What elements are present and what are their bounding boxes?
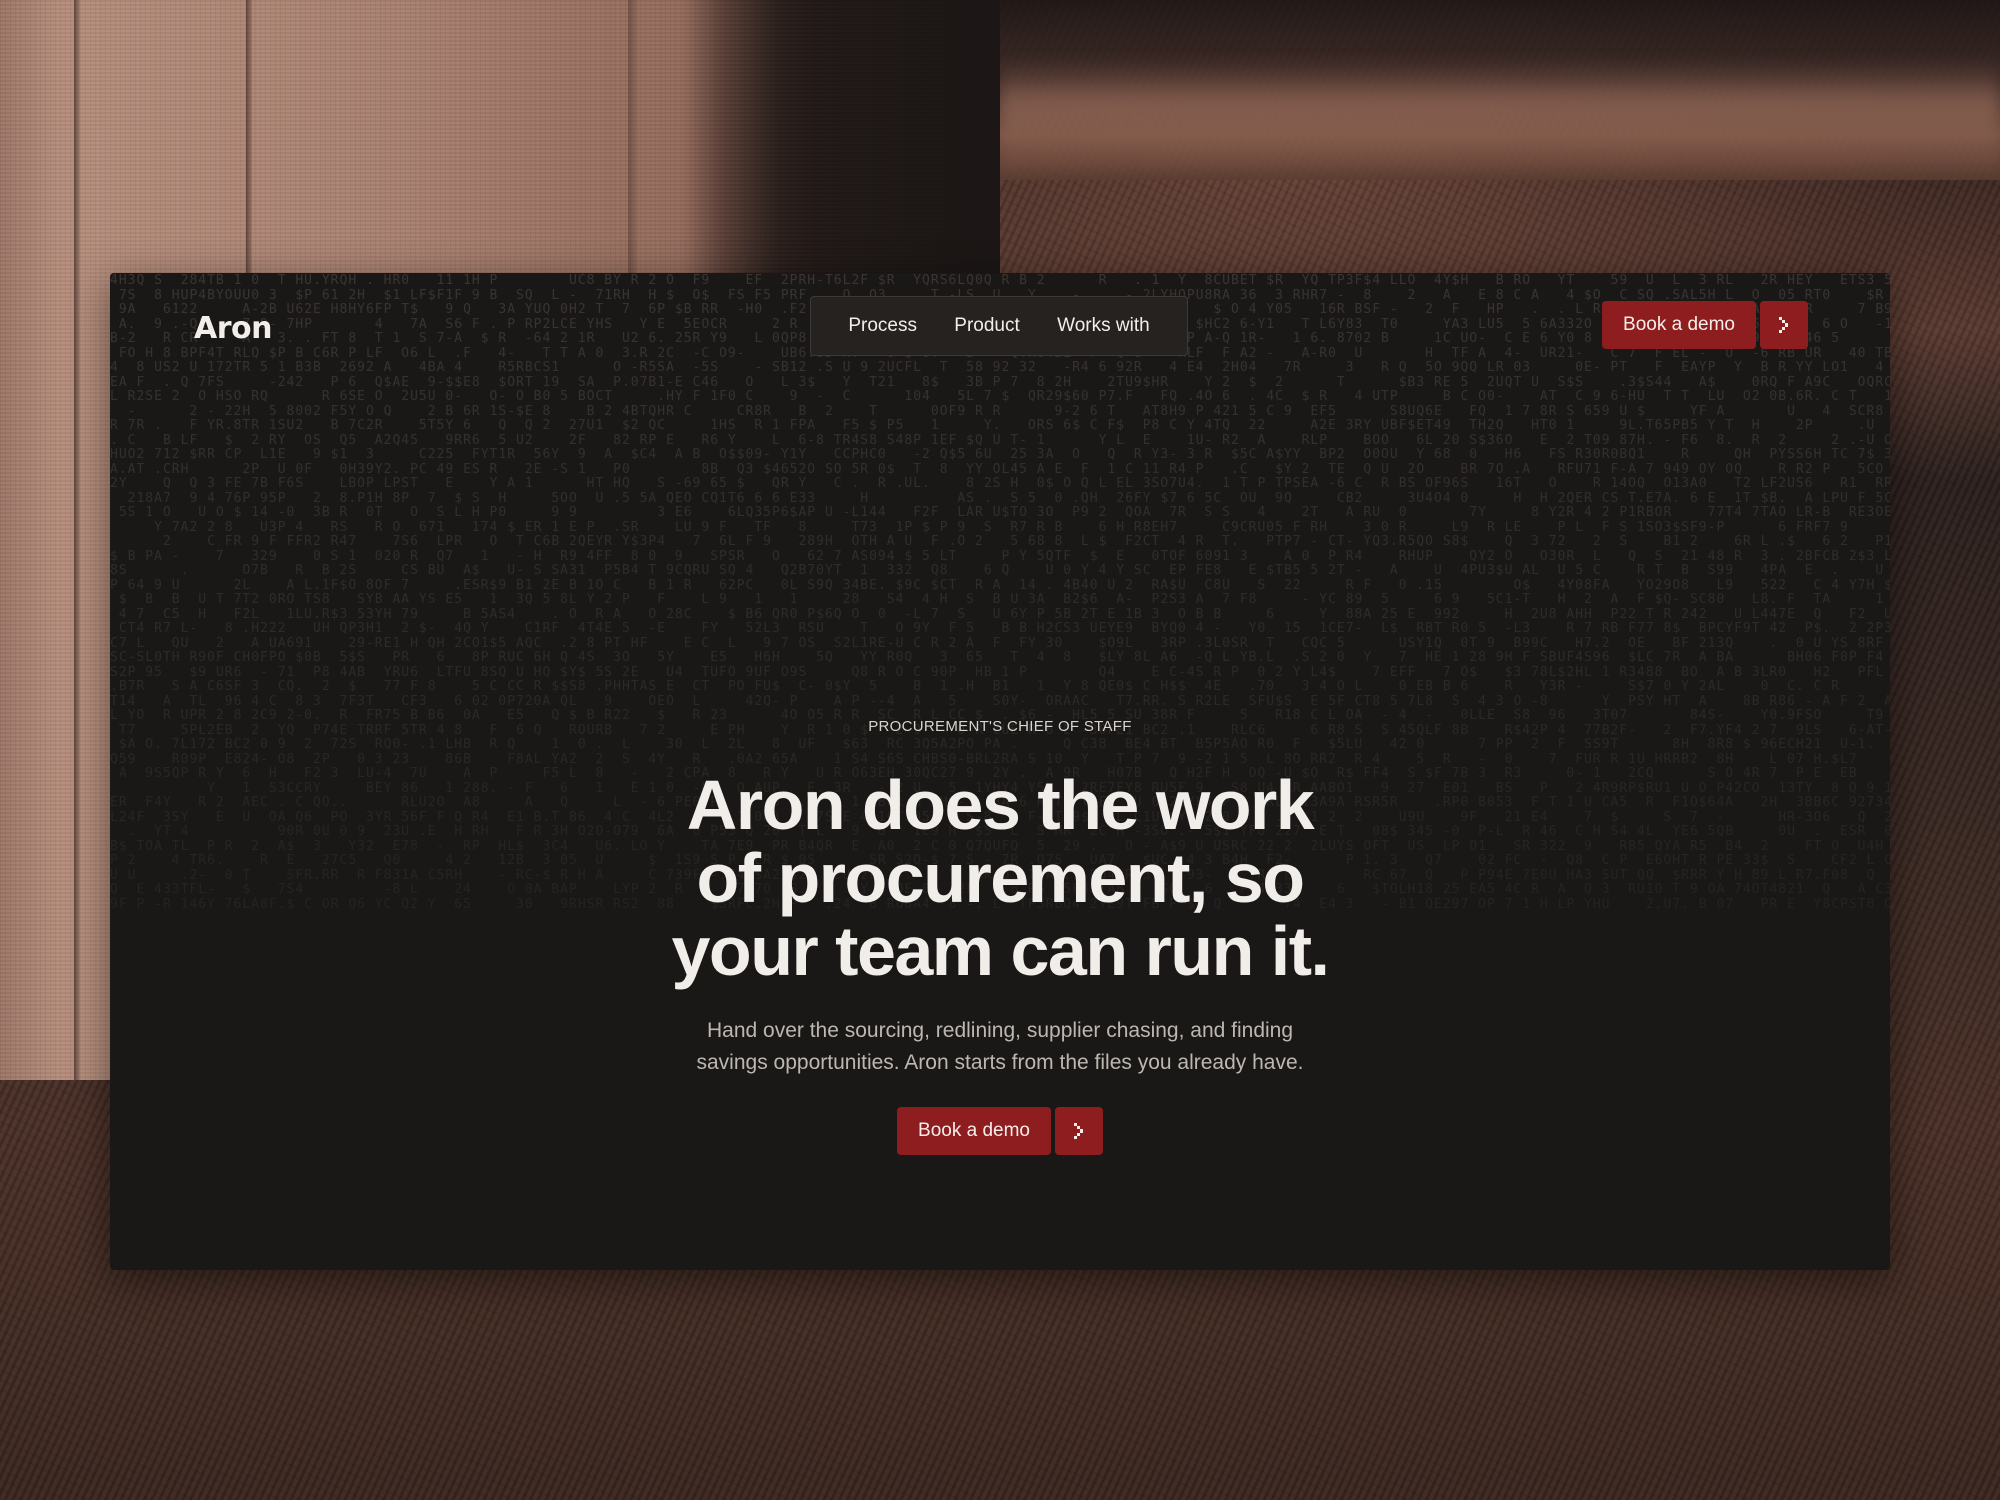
ascii-row: L R2SE 2 O HSO RQ R 6SE O 2U5U 0- O- O B… [110, 389, 1890, 404]
ascii-row: C7 L QU 2 A UA691 29-RE1 H QH 2CO1$5 AQC… [110, 635, 1890, 651]
ascii-row: 4 7 C5 H F2L 1LU.R$3 53YH 79 B 5AS4 . O … [110, 606, 1890, 622]
ascii-row: SC-SL0TH R90F CH0FPO $0B 5$S PR 6 8P RUC… [110, 650, 1890, 665]
header-book-demo-arrow-button[interactable] [1760, 301, 1808, 349]
ascii-row: . C B LF $ 2 RY OS Q5 A2Q45 9RR6 5 U2 2F… [110, 432, 1890, 448]
ascii-row: CT4 R7 L- 8 .H222 UH QP3H1 2 $- 4Q Y C1R… [110, 621, 1890, 636]
ascii-row: R 7R . F YR.8TR 1SU2 B 7C2R 5T5Y 6 Q Q 2… [110, 418, 1890, 433]
distant-light-strip [1000, 60, 2000, 170]
ascii-row: 218A7 9 4 76P 95P 2 8.P1H 8P 7 $ S H 5OO… [110, 490, 1890, 506]
ascii-row: $ B PA - 7 329 0 S 1 020 R Q7 1 - H R9 4… [110, 548, 1890, 564]
ascii-row: P 64 9 U 2L A L.1F$O 8OF 7 .ESR$9 B1 2E … [110, 577, 1890, 593]
hero-eyebrow: PROCUREMENT'S CHIEF OF STAFF [868, 718, 1132, 735]
ascii-row: S2P 95 $9 UR6 - 71 P8 4AB YRU6 LTFU 8SQ … [110, 664, 1890, 680]
main-nav: Process Product Works with [810, 296, 1188, 356]
ascii-row: $A O. 7L172 BC2 0 9 2 72S RQ0- .1 LHB R … [110, 737, 1890, 752]
pillar-seam [74, 0, 80, 1080]
ascii-row: - 2 - 22H 5 8002 F5Y O Q 2 B 6R 1S-$E 8 … [110, 403, 1890, 419]
header-book-demo-button[interactable]: Book a demo [1602, 301, 1756, 349]
ascii-row: 2 C FR 9 F FFR2 R47 7S6 LPR O T C6B 2QEY… [110, 534, 1890, 549]
hero-card: 4H3Q S 284TB 1 0 T HU.YRQH . HR0 11 1H P… [110, 273, 1890, 1270]
ascii-row: 8S . O7B R B 2S CS BU A$ U- S SA31 P5B4 … [110, 563, 1890, 578]
ascii-row: EA F . Q 7FS -242 P 6 Q$AE 9-$$E8 $ORT 1… [110, 374, 1890, 390]
hero-book-demo-arrow-button[interactable] [1055, 1107, 1103, 1155]
hero-book-demo-button[interactable]: Book a demo [897, 1107, 1051, 1155]
subhead-line: Hand over the sourcing, redlining, suppl… [706, 1019, 1294, 1042]
ascii-row: 2Y Q Q 3 FE 7B F6S LBOP LPST E Y A 1 HT … [110, 476, 1890, 491]
ascii-row: HUO2 712 $RR CP L1E 9 $1 3 C225 FYT1R 56… [110, 447, 1890, 462]
ascii-row: .B7R S A C6SF 3 CQ. 2 $ 77 F 8 5 C CC R … [110, 679, 1890, 694]
ascii-row: A.AT .CRH 2P U 0F 0H39Y2. PC 49 ES R 2E … [110, 461, 1890, 477]
headline-line: your team can run it. [671, 912, 1330, 990]
ascii-row: T14 A TL 96 4 C 8 3 7F3T CF3 6 02 0P720A… [110, 693, 1890, 709]
ascii-row: $ B B U T 7T2 0RO TS8 SYB AA YS E5 1 3Q … [110, 592, 1890, 607]
headline-line: Aron does the work [686, 766, 1315, 844]
headline-line: of procurement, so [696, 839, 1305, 917]
ascii-row: 5S 1 O U O $ 14 -0 3B R 0T O S L H P0 9 … [110, 505, 1890, 520]
hero-book-demo-group: Book a demo [897, 1107, 1103, 1155]
ascii-row: Q59 R09P E824- O8 2P 0 3 23 86B F8AL YA2… [110, 751, 1890, 767]
header-book-demo-group: Book a demo [1602, 301, 1808, 349]
aron-logo[interactable]: Aron [194, 311, 272, 346]
chevron-right-icon [1074, 1123, 1083, 1139]
chevron-right-icon [1779, 317, 1788, 333]
nav-item-product[interactable]: Product [954, 315, 1019, 337]
ascii-row: Y 7A2 2 8 U3P 4 RS R O 671 174 $ ER 1 E … [110, 519, 1890, 535]
hero-headline: Aron does the work of procurement, so yo… [500, 769, 1500, 988]
hero-subhead: Hand over the sourcing, redlining, suppl… [550, 1015, 1450, 1079]
nav-item-process[interactable]: Process [848, 315, 917, 337]
pillar-shadow [690, 0, 1000, 280]
subhead-line: savings opportunities. Aron starts from … [696, 1051, 1304, 1074]
ascii-row: 4H3Q S 284TB 1 0 T HU.YRQH . HR0 11 1H P… [110, 273, 1890, 288]
ascii-row: 4 8 US2 U 172TR 5 1 B3B 2692 A 4BA 4 R5R… [110, 360, 1890, 375]
nav-item-works-with[interactable]: Works with [1057, 315, 1150, 337]
